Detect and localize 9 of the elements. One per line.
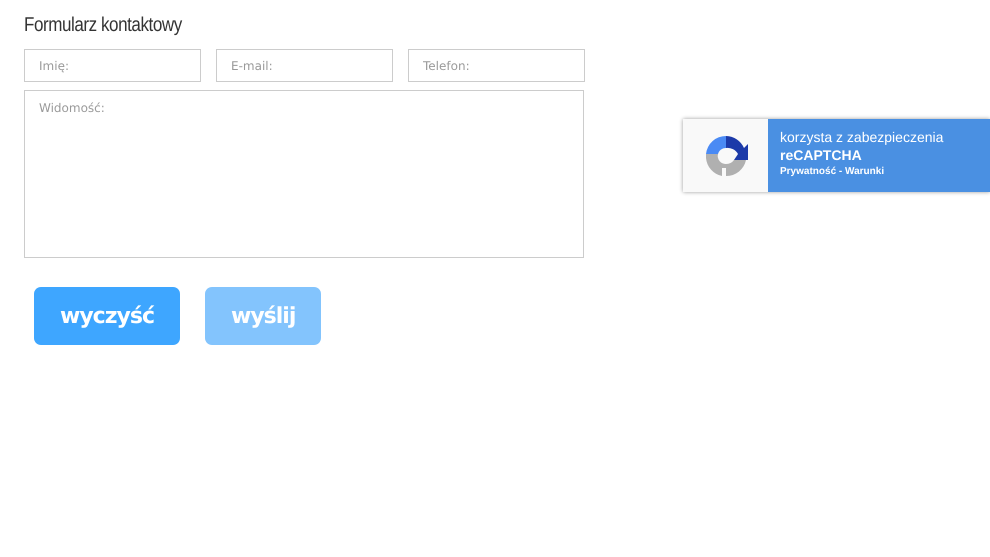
clear-button[interactable]: wyczyść xyxy=(34,287,180,345)
input-field[interactable]: Telefon: xyxy=(408,49,585,82)
badge-text: korzysta z zabezpieczenia xyxy=(780,129,944,145)
badge-title: reCAPTCHA xyxy=(780,147,863,163)
form-title: Formularz kontaktowy xyxy=(24,14,184,37)
message-field[interactable]: Widomość: xyxy=(24,90,584,258)
privacy-terms-link[interactable]: Prywatność - Warunki xyxy=(780,166,978,177)
input-field[interactable]: E-mail: xyxy=(216,49,393,82)
input-field[interactable]: Imię: xyxy=(24,49,201,82)
